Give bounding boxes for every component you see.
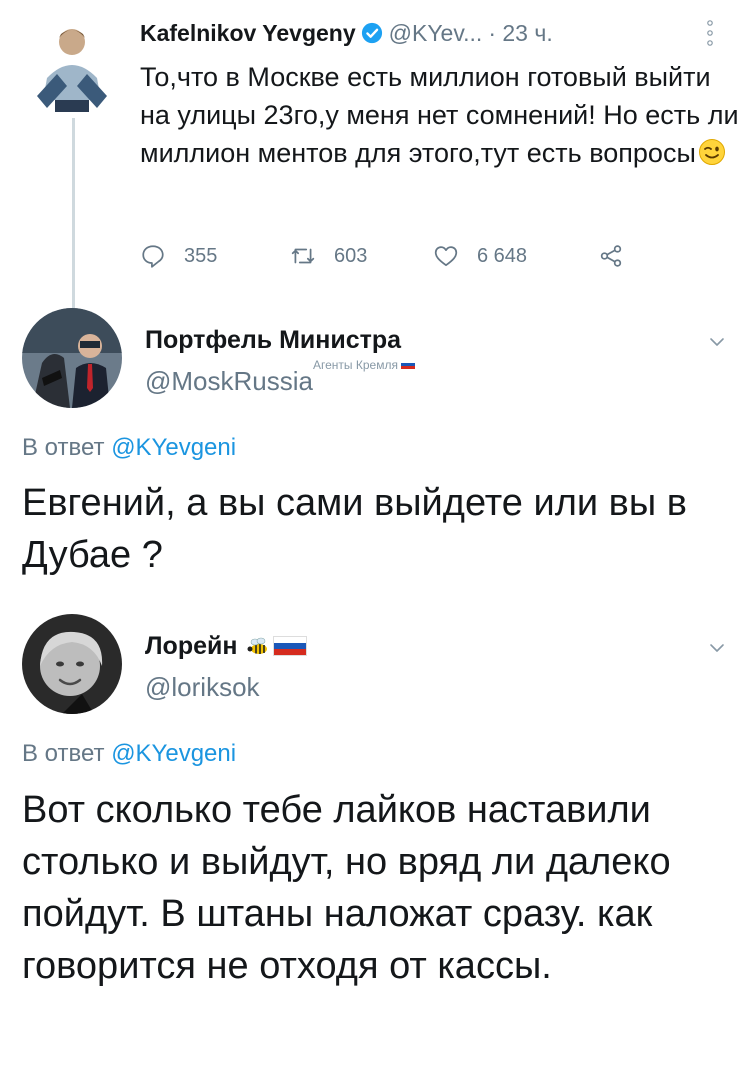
reply-icon xyxy=(142,245,164,268)
author-handle[interactable]: @KYev... xyxy=(389,20,483,47)
tweet-text-content: То,что в Москве есть миллион готовый вый… xyxy=(140,62,739,168)
author-name[interactable]: Kafelnikov Yevgeny xyxy=(140,20,356,47)
author-avatar[interactable] xyxy=(17,8,127,118)
more-vertical-icon[interactable] xyxy=(700,18,720,48)
author-name[interactable]: Портфель Министра xyxy=(145,326,401,355)
tweet-text: Вот сколько тебе лайков наставили стольк… xyxy=(22,789,671,987)
reply-to-mention[interactable]: @KYevgeni xyxy=(111,434,236,461)
russia-flag-icon xyxy=(273,636,308,656)
tweet-text: Евгений, а вы сами выйдете или вы в Дуба… xyxy=(22,482,687,576)
heart-icon xyxy=(434,246,458,267)
reply-tweet[interactable]: Лорейн @loriksok В ответ @KYevgeni Вот с… xyxy=(0,612,754,1080)
tweet-text: То,что в Москве есть миллион готовый вый… xyxy=(140,58,740,172)
account-label: Агенты Кремля xyxy=(313,358,415,372)
thread-connector-line xyxy=(72,118,75,308)
main-tweet[interactable]: Kafelnikov Yevgeny @KYev... · 23 ч. То,ч… xyxy=(0,0,754,308)
share-button[interactable] xyxy=(598,243,642,269)
verified-badge-icon xyxy=(361,22,383,44)
reply-button[interactable]: 355 xyxy=(140,243,217,269)
author-handle[interactable]: @loriksok xyxy=(145,672,260,703)
author-avatar-image xyxy=(22,614,122,714)
retweet-button[interactable]: 603 xyxy=(290,243,367,269)
wink-emoji-icon xyxy=(698,138,726,166)
author-avatar-image xyxy=(17,8,127,118)
tweet-header: Kafelnikov Yevgeny @KYev... · 23 ч. xyxy=(140,16,553,50)
retweet-count: 603 xyxy=(334,244,368,267)
like-count: 6 648 xyxy=(477,244,528,267)
author-name-line: Лорейн xyxy=(145,632,308,661)
chevron-down-icon[interactable] xyxy=(707,638,727,658)
reply-count: 355 xyxy=(184,244,218,267)
tweet-actions: 355 603 6 648 xyxy=(140,238,660,274)
author-avatar[interactable] xyxy=(22,308,122,408)
reply-to-line: В ответ @KYevgeni xyxy=(22,740,236,768)
bee-emoji-icon xyxy=(245,635,271,657)
reply-to-mention[interactable]: @KYevgeni xyxy=(111,740,236,767)
reply-to-prefix: В ответ xyxy=(22,740,112,767)
account-label-text: Агенты Кремля xyxy=(313,358,398,372)
reply-tweet[interactable]: Портфель Министра @MoskRussia Агенты Кре… xyxy=(0,306,754,606)
retweet-icon xyxy=(291,248,315,264)
tweet-time[interactable]: · 23 ч. xyxy=(488,20,552,47)
share-icon xyxy=(600,245,622,267)
author-name[interactable]: Лорейн xyxy=(145,632,237,660)
like-button[interactable]: 6 648 xyxy=(433,243,527,269)
reply-to-prefix: В ответ xyxy=(22,434,112,461)
author-avatar-image xyxy=(22,308,122,408)
russia-flag-icon xyxy=(400,360,415,369)
author-avatar[interactable] xyxy=(22,614,122,714)
chevron-down-icon[interactable] xyxy=(707,332,727,352)
reply-to-line: В ответ @KYevgeni xyxy=(22,434,236,462)
author-handle[interactable]: @MoskRussia xyxy=(145,366,313,397)
